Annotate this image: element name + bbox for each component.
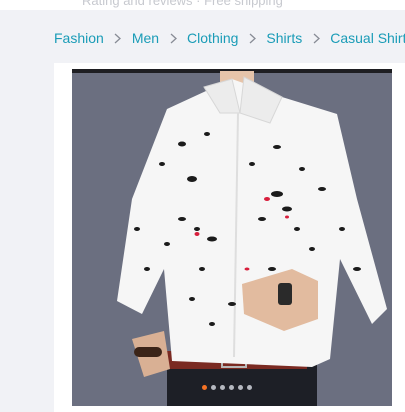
carousel-dot[interactable] — [238, 385, 243, 390]
carousel-dot-active[interactable] — [202, 385, 207, 390]
product-image-gallery — [54, 63, 405, 412]
chevron-right-icon — [302, 28, 330, 48]
breadcrumb-clothing[interactable]: Clothing — [187, 30, 238, 46]
chevron-right-icon — [104, 28, 132, 48]
breadcrumb-shirts[interactable]: Shirts — [266, 30, 302, 46]
cut-header-text: Rating and reviews · Free shipping — [82, 0, 283, 8]
top-cut-strip: Rating and reviews · Free shipping — [0, 0, 405, 10]
carousel-dot[interactable] — [211, 385, 216, 390]
chevron-right-icon — [159, 28, 187, 48]
carousel-dot[interactable] — [229, 385, 234, 390]
product-image[interactable] — [72, 69, 392, 406]
breadcrumb-fashion[interactable]: Fashion — [54, 30, 104, 46]
carousel-dots — [202, 385, 252, 390]
carousel-dot[interactable] — [247, 385, 252, 390]
chevron-right-icon — [238, 28, 266, 48]
breadcrumb-men[interactable]: Men — [132, 30, 159, 46]
breadcrumb: Fashion Men Clothing Shirts Casual Shirt… — [54, 28, 405, 48]
carousel-dot[interactable] — [220, 385, 225, 390]
breadcrumb-casual-shirts[interactable]: Casual Shirts — [330, 30, 405, 46]
